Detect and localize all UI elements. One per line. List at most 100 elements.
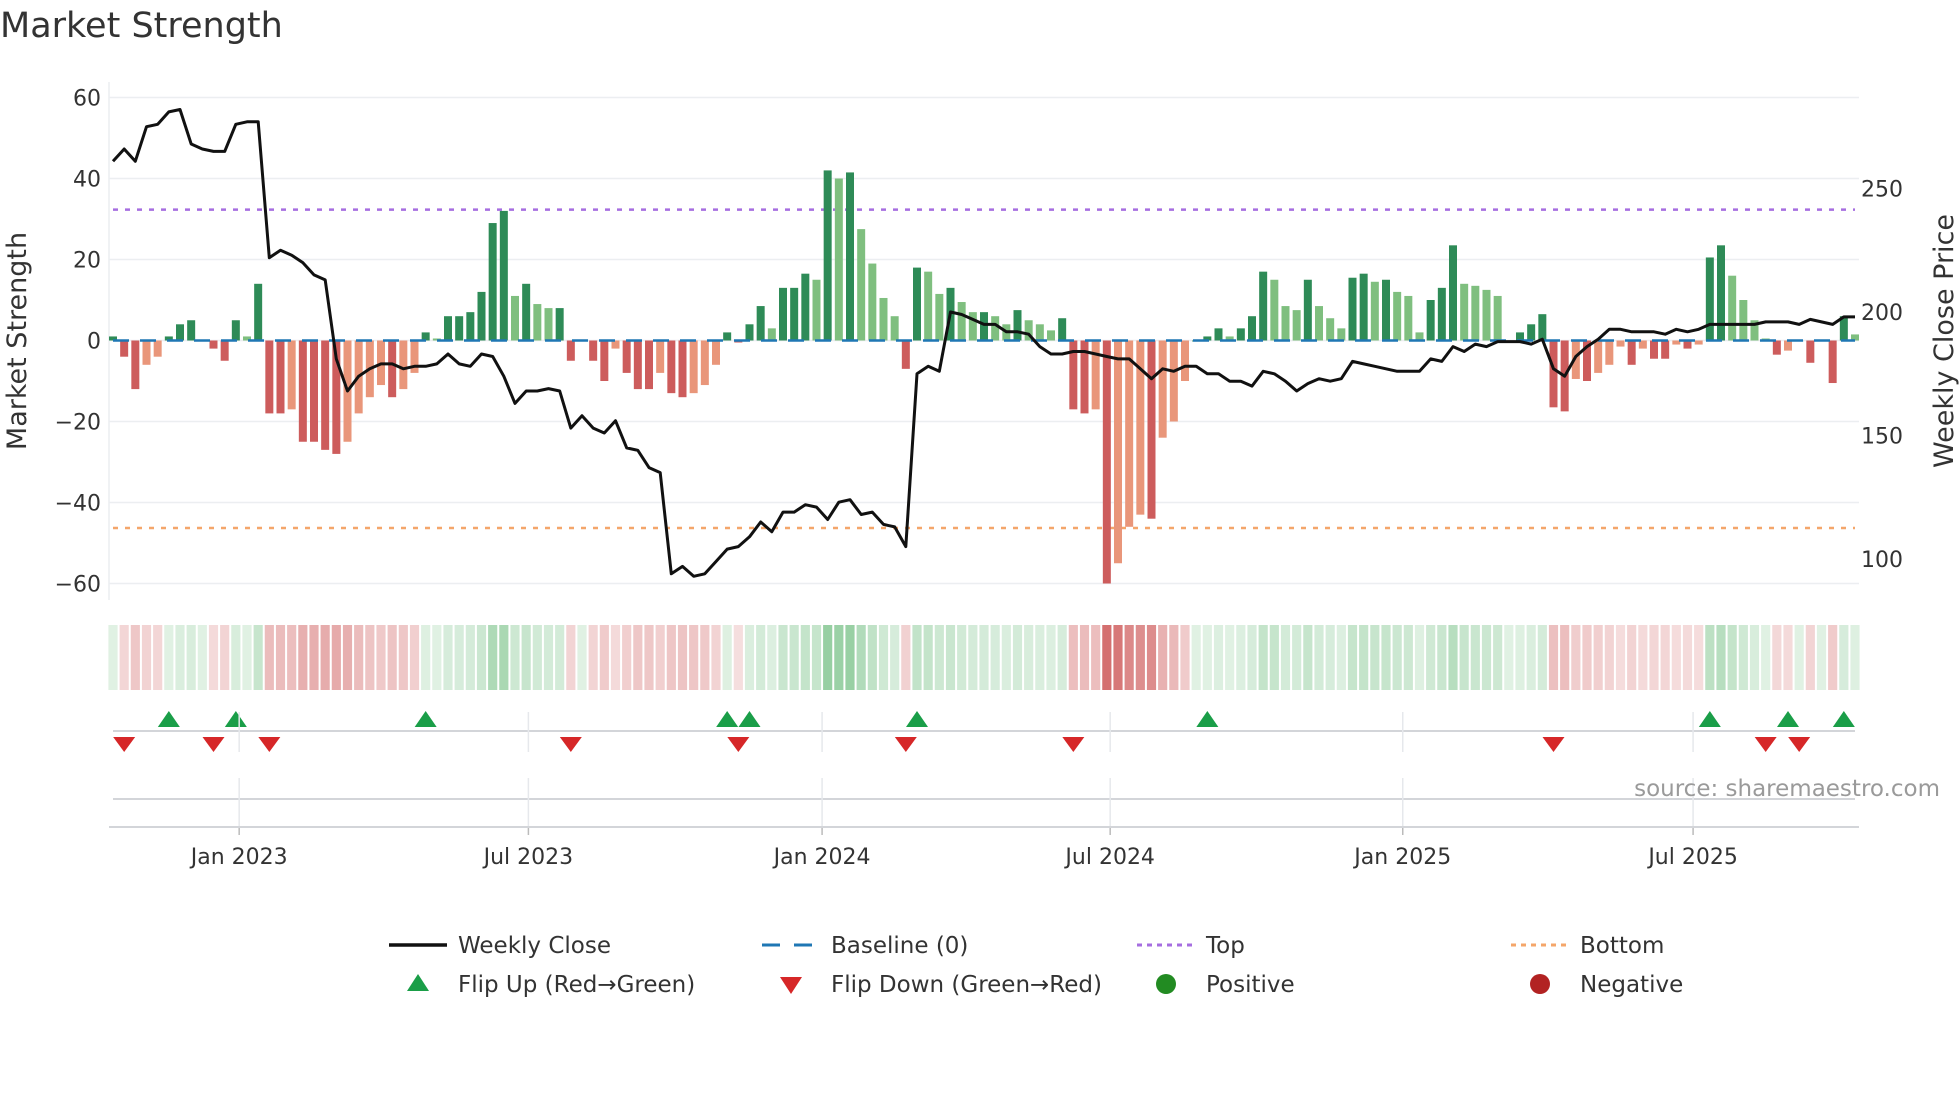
heat-cell xyxy=(153,625,163,690)
bar-positive xyxy=(935,293,944,341)
y-tick-label: −40 xyxy=(55,492,101,517)
bar-negative xyxy=(667,340,676,394)
bar-positive xyxy=(1292,310,1301,341)
flip-down-marker xyxy=(258,737,281,752)
heat-cell xyxy=(253,625,263,690)
bar-positive xyxy=(1426,300,1435,341)
heat-cell xyxy=(1303,625,1313,690)
heat-cell xyxy=(1850,625,1860,690)
heat-cell xyxy=(532,625,542,690)
bar-negative xyxy=(700,340,709,386)
bar-negative xyxy=(120,340,129,357)
bar-positive xyxy=(1270,279,1279,341)
y-tick-label: 20 xyxy=(73,249,101,274)
heat-cell xyxy=(1269,625,1279,690)
heat-cell xyxy=(1437,625,1447,690)
heat-cell xyxy=(1694,625,1704,690)
y2-tick-label: 100 xyxy=(1861,548,1903,573)
heat-cell xyxy=(521,625,531,690)
bar-negative xyxy=(142,340,151,365)
heat-cell xyxy=(231,625,241,690)
heat-cell xyxy=(599,625,609,690)
heat-cell xyxy=(1392,625,1402,690)
heat-cell xyxy=(499,625,509,690)
heat-cell xyxy=(1001,625,1011,690)
x-tick-label: Jul 2024 xyxy=(1063,845,1155,870)
legend: Weekly Close Baseline (0) Top Bottom Flip Up… xyxy=(389,933,1683,998)
bar-positive xyxy=(1717,245,1725,341)
heat-cell xyxy=(432,625,442,690)
heat-cell xyxy=(443,625,453,690)
bar-negative xyxy=(656,340,665,373)
bar-negative xyxy=(1772,340,1781,355)
heat-cell xyxy=(867,625,877,690)
heat-cell xyxy=(421,625,431,690)
heat-cell xyxy=(633,625,643,690)
heat-cell xyxy=(901,625,911,690)
flip-down-marker xyxy=(559,737,582,752)
flip-down-marker xyxy=(894,737,917,752)
bar-negative xyxy=(589,340,598,361)
heat-cell xyxy=(130,625,140,690)
heat-cell xyxy=(1258,625,1268,690)
heat-cell xyxy=(108,625,118,690)
bar-negative xyxy=(1806,340,1815,363)
bar-negative xyxy=(1158,340,1167,438)
bar-positive xyxy=(522,283,531,341)
bar-negative xyxy=(712,340,720,365)
heat-cell xyxy=(197,625,207,690)
heat-cell xyxy=(354,625,364,690)
heat-cell xyxy=(119,625,129,690)
bar-negative xyxy=(388,340,397,398)
heat-cell xyxy=(1314,625,1324,690)
bar-positive xyxy=(455,316,464,341)
legend-circle-negative-icon xyxy=(1530,974,1550,994)
heat-cell xyxy=(1772,625,1782,690)
bar-negative xyxy=(1828,340,1837,384)
bar-negative xyxy=(1549,340,1558,408)
heat-cell xyxy=(1124,625,1134,690)
bar-positive xyxy=(1739,300,1748,341)
bar-negative xyxy=(1169,340,1178,422)
heat-cell xyxy=(1627,625,1637,690)
flip-up-marker xyxy=(1777,711,1799,727)
heat-cell xyxy=(767,625,777,690)
heat-cell xyxy=(1236,625,1246,690)
heat-cell xyxy=(990,625,1000,690)
bar-positive xyxy=(254,283,263,341)
heat-cell xyxy=(1593,625,1603,690)
bar-positive xyxy=(1460,283,1469,341)
right-axis-label: Weekly Close Price xyxy=(1929,214,1960,468)
bar-negative xyxy=(566,340,575,361)
bar-positive xyxy=(1013,310,1022,341)
heat-cell xyxy=(1548,625,1559,690)
heat-cell xyxy=(1504,625,1514,690)
bar-positive xyxy=(466,312,475,341)
bar-positive xyxy=(1348,277,1357,341)
heat-cell xyxy=(1682,625,1693,690)
heat-cell xyxy=(1068,625,1078,690)
heat-cell xyxy=(644,625,654,690)
heat-cell xyxy=(1481,625,1492,690)
heat-cell xyxy=(488,625,498,690)
bar-positive xyxy=(1370,281,1379,341)
heat-cell xyxy=(1158,625,1168,690)
legend-label: Flip Up (Red→Green) xyxy=(458,972,695,998)
bar-positive xyxy=(913,267,921,341)
flip-up-marker xyxy=(1832,711,1855,727)
right-axis-ticks: 100 150 200 250 xyxy=(1861,178,1903,574)
flip-up-marker xyxy=(157,711,180,727)
heat-cell xyxy=(1146,625,1157,690)
bar-positive xyxy=(1281,306,1290,341)
weekly-close-line xyxy=(111,108,1855,578)
heat-cell xyxy=(856,625,866,690)
heat-cell xyxy=(1336,625,1346,690)
bar-positive xyxy=(980,312,988,341)
heat-cell xyxy=(890,625,900,690)
y2-tick-label: 200 xyxy=(1861,301,1903,326)
bar-negative xyxy=(689,340,698,394)
heat-cell xyxy=(789,625,799,690)
heat-cell xyxy=(1493,625,1503,690)
heat-cell xyxy=(1191,625,1201,690)
x-tick-label: Jul 2025 xyxy=(1646,845,1738,870)
